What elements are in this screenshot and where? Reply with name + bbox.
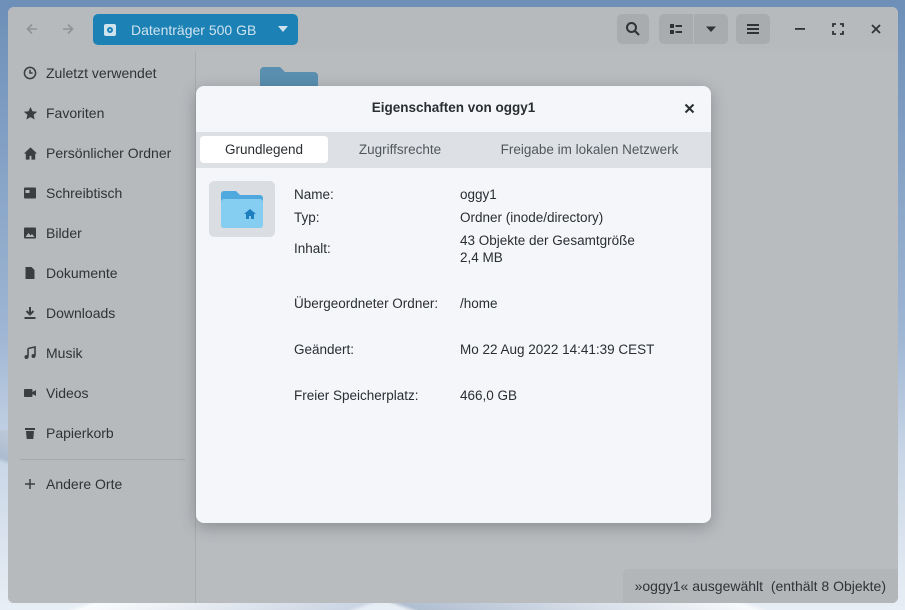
arrow-left-icon [26, 23, 37, 35]
folder-preview [209, 181, 275, 237]
search-icon [626, 22, 640, 36]
minimize-icon [795, 28, 805, 30]
tab-permissions[interactable]: Zugriffsrechte [336, 136, 464, 163]
selection-status-text: »oggy1« ausgewählt (enthält 8 Objekte) [634, 578, 886, 594]
sidebar-item-videos[interactable]: Videos [8, 374, 196, 412]
tab-label: Freigabe im lokalen Netzwerk [500, 142, 679, 157]
back-button[interactable] [16, 14, 48, 44]
status-bar: »oggy1« ausgewählt (enthält 8 Objekte) [622, 569, 898, 603]
sidebar-item-other-locations[interactable]: Andere Orte [8, 465, 196, 503]
sidebar-item-label: Zuletzt verwendet [46, 65, 157, 81]
free-space-label: Freier Speicherplatz: [294, 388, 419, 403]
sidebar-item-label: Favoriten [46, 105, 105, 121]
content-label: Inhalt: [294, 241, 331, 256]
drive-icon [104, 23, 116, 36]
minimize-button[interactable] [784, 14, 816, 44]
content-value-line1: 43 Objekte der Gesamtgröße [460, 233, 635, 248]
view-options-button[interactable] [694, 14, 728, 44]
tab-label: Zugriffsrechte [358, 142, 442, 157]
sidebar-item-label: Papierkorb [46, 425, 114, 441]
dialog-title: Eigenschaften von oggy1 [371, 100, 536, 115]
modified-value: Mo 22 Aug 2022 14:41:39 CEST [460, 342, 655, 357]
music-icon [22, 345, 38, 361]
chevron-down-icon [706, 26, 716, 32]
download-icon [22, 305, 38, 321]
type-value: Ordner (inode/directory) [460, 210, 604, 225]
sidebar-item-trash[interactable]: Papierkorb [8, 414, 196, 452]
dialog-tab-bar: Grundlegend Zugriffsrechte Freigabe im l… [196, 132, 711, 168]
tab-basic[interactable]: Grundlegend [200, 136, 328, 163]
close-window-button[interactable] [860, 14, 892, 44]
tab-label: Grundlegend [224, 142, 304, 157]
parent-folder-value[interactable]: /home [460, 295, 690, 312]
content-value-line2: 2,4 MB [460, 250, 503, 265]
list-view-icon [670, 24, 682, 34]
video-icon [22, 385, 38, 401]
plus-icon [22, 476, 38, 492]
sidebar-item-label: Videos [46, 385, 89, 401]
trash-icon [22, 425, 38, 441]
dialog-close-button[interactable] [681, 100, 697, 116]
maximize-icon [832, 23, 844, 35]
properties-dialog: Eigenschaften von oggy1 Grundlegend Zugr… [196, 86, 711, 523]
name-label: Name: [294, 187, 334, 202]
star-icon [22, 105, 38, 121]
location-label: Datenträger 500 GB [131, 21, 257, 38]
view-toggle-button[interactable] [659, 14, 693, 44]
home-folder-icon [221, 191, 263, 228]
document-icon [22, 265, 38, 281]
desktop-icon [22, 185, 38, 201]
hamburger-menu-icon [747, 24, 759, 34]
sidebar-item-desktop[interactable]: Schreibtisch [8, 174, 196, 212]
header-bar: Datenträger 500 GB [8, 7, 898, 51]
sidebar-item-pictures[interactable]: Bilder [8, 214, 196, 252]
search-button[interactable] [617, 14, 649, 44]
sidebar-item-label: Bilder [46, 225, 82, 241]
sidebar-item-label: Andere Orte [46, 476, 123, 492]
type-label: Typ: [294, 210, 320, 225]
location-button[interactable]: Datenträger 500 GB [93, 14, 298, 45]
sidebar-item-favorites[interactable]: Favoriten [8, 94, 196, 132]
sidebar: Zuletzt verwendet Favoriten Persönlicher… [8, 51, 196, 603]
sidebar-item-music[interactable]: Musik [8, 334, 196, 372]
parent-folder-label: Übergeordneter Ordner: [294, 296, 439, 311]
pictures-icon [22, 225, 38, 241]
sidebar-item-documents[interactable]: Dokumente [8, 254, 196, 292]
modified-label: Geändert: [294, 342, 355, 357]
tab-local-network-share[interactable]: Freigabe im lokalen Netzwerk [472, 136, 707, 163]
close-icon [684, 103, 694, 113]
clock-icon [22, 65, 38, 81]
close-icon [871, 24, 881, 34]
sidebar-item-downloads[interactable]: Downloads [8, 294, 196, 332]
main-menu-button[interactable] [736, 14, 770, 44]
free-space-value: 466,0 GB [460, 388, 518, 403]
sidebar-item-home[interactable]: Persönlicher Ordner [8, 134, 196, 172]
maximize-button[interactable] [822, 14, 854, 44]
chevron-down-icon [278, 26, 288, 32]
sidebar-separator [20, 459, 185, 460]
sidebar-item-label: Persönlicher Ordner [46, 145, 172, 161]
home-icon [22, 145, 38, 161]
sidebar-item-label: Downloads [46, 305, 116, 321]
forward-button[interactable] [52, 14, 84, 44]
sidebar-item-label: Musik [46, 345, 83, 361]
sidebar-item-label: Schreibtisch [46, 185, 123, 201]
sidebar-item-recent[interactable]: Zuletzt verwendet [8, 54, 196, 92]
arrow-right-icon [63, 23, 74, 35]
sidebar-item-label: Dokumente [46, 265, 118, 281]
name-value: oggy1 [460, 187, 497, 202]
